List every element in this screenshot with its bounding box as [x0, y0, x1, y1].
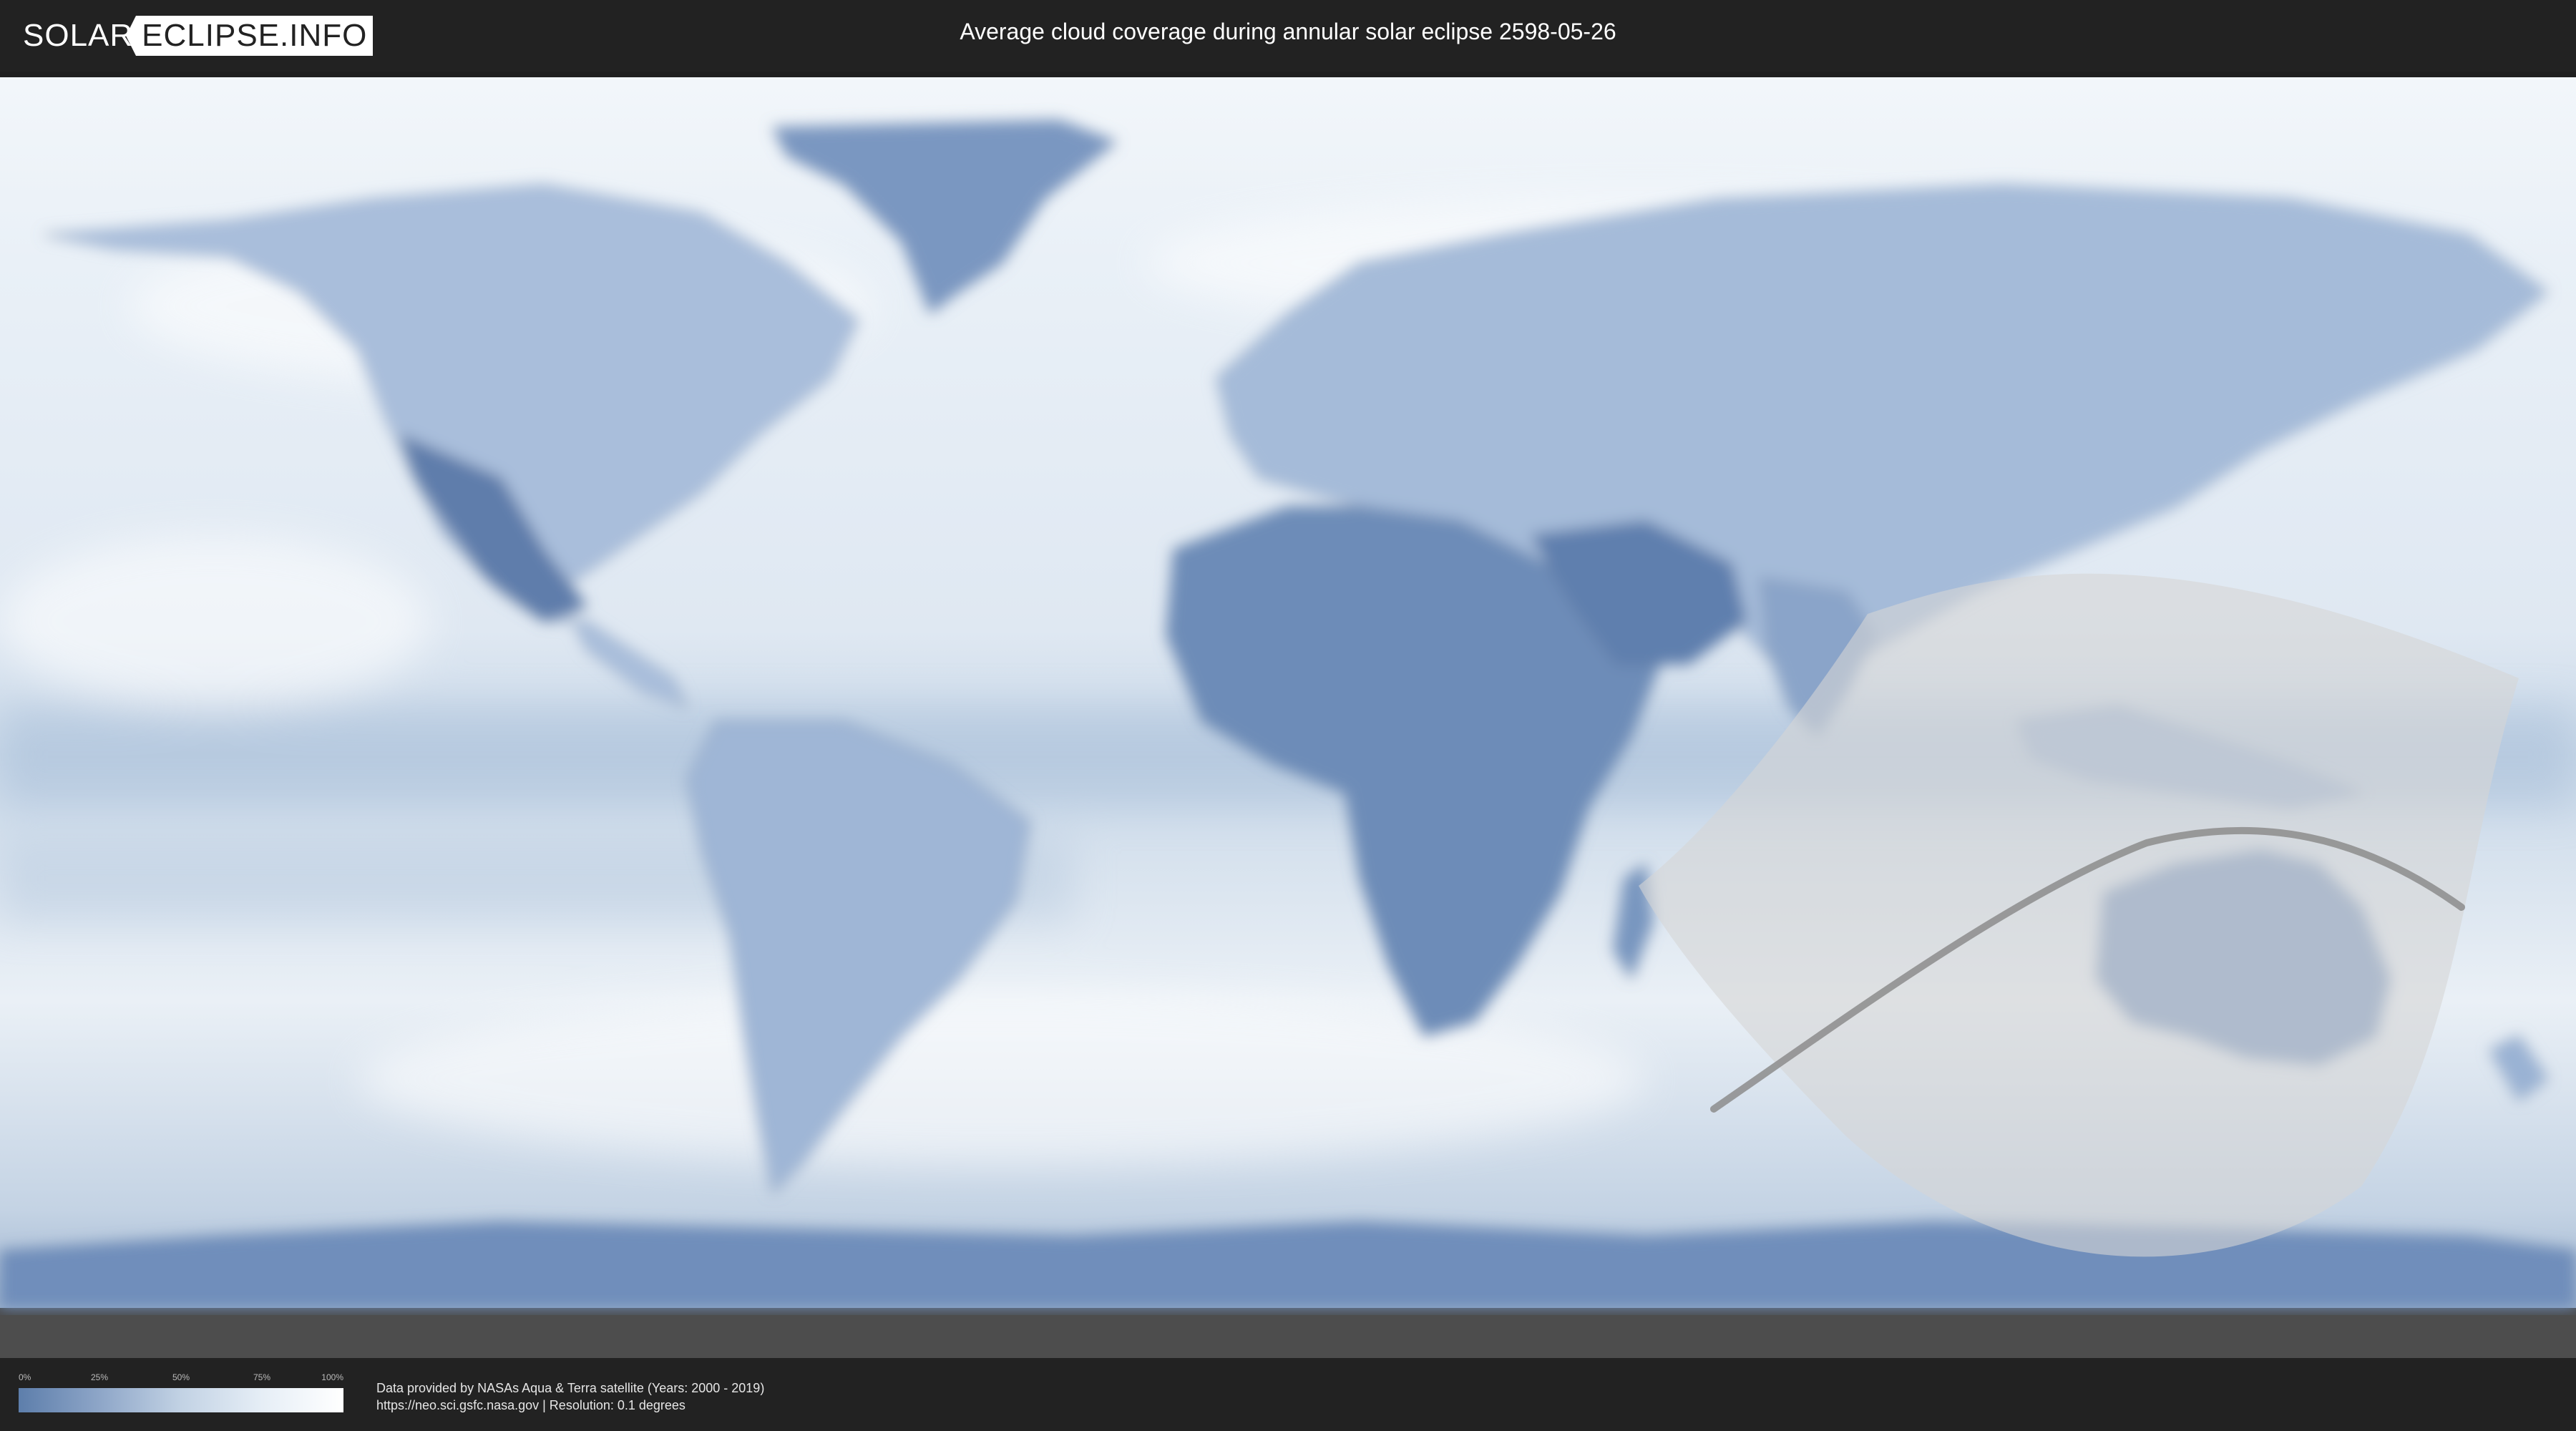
legend-tick-75: 75% — [253, 1372, 271, 1382]
legend-color-bar — [19, 1388, 343, 1412]
legend-tick-0: 0% — [19, 1372, 31, 1382]
page-title: Average cloud coverage during annular so… — [960, 19, 1616, 44]
cloud-coverage-legend: 0% 25% 50% 75% 100% — [19, 1372, 343, 1415]
header-bar: SOLAR ECLIPSE.INFO Average cloud coverag… — [0, 0, 2576, 72]
app-root: SOLAR ECLIPSE.INFO Average cloud coverag… — [0, 0, 2576, 1431]
footer-bar: 0% 25% 50% 75% 100% Data provided by NAS… — [0, 1358, 2576, 1431]
legend-tick-100: 100% — [321, 1372, 343, 1382]
cloud-coverage-map[interactable] — [0, 77, 2576, 1358]
map-canvas — [0, 77, 2576, 1358]
credit-line-url[interactable]: https://neo.sci.gsfc.nasa.gov | Resoluti… — [376, 1397, 764, 1414]
data-credits: Data provided by NASAs Aqua & Terra sate… — [376, 1379, 764, 1414]
legend-ticks: 0% 25% 50% 75% 100% — [19, 1372, 343, 1387]
legend-tick-25: 25% — [90, 1372, 109, 1382]
credit-line-source: Data provided by NASAs Aqua & Terra sate… — [376, 1381, 765, 1395]
legend-tick-50: 50% — [172, 1372, 190, 1382]
polar-edge — [0, 1315, 2576, 1358]
